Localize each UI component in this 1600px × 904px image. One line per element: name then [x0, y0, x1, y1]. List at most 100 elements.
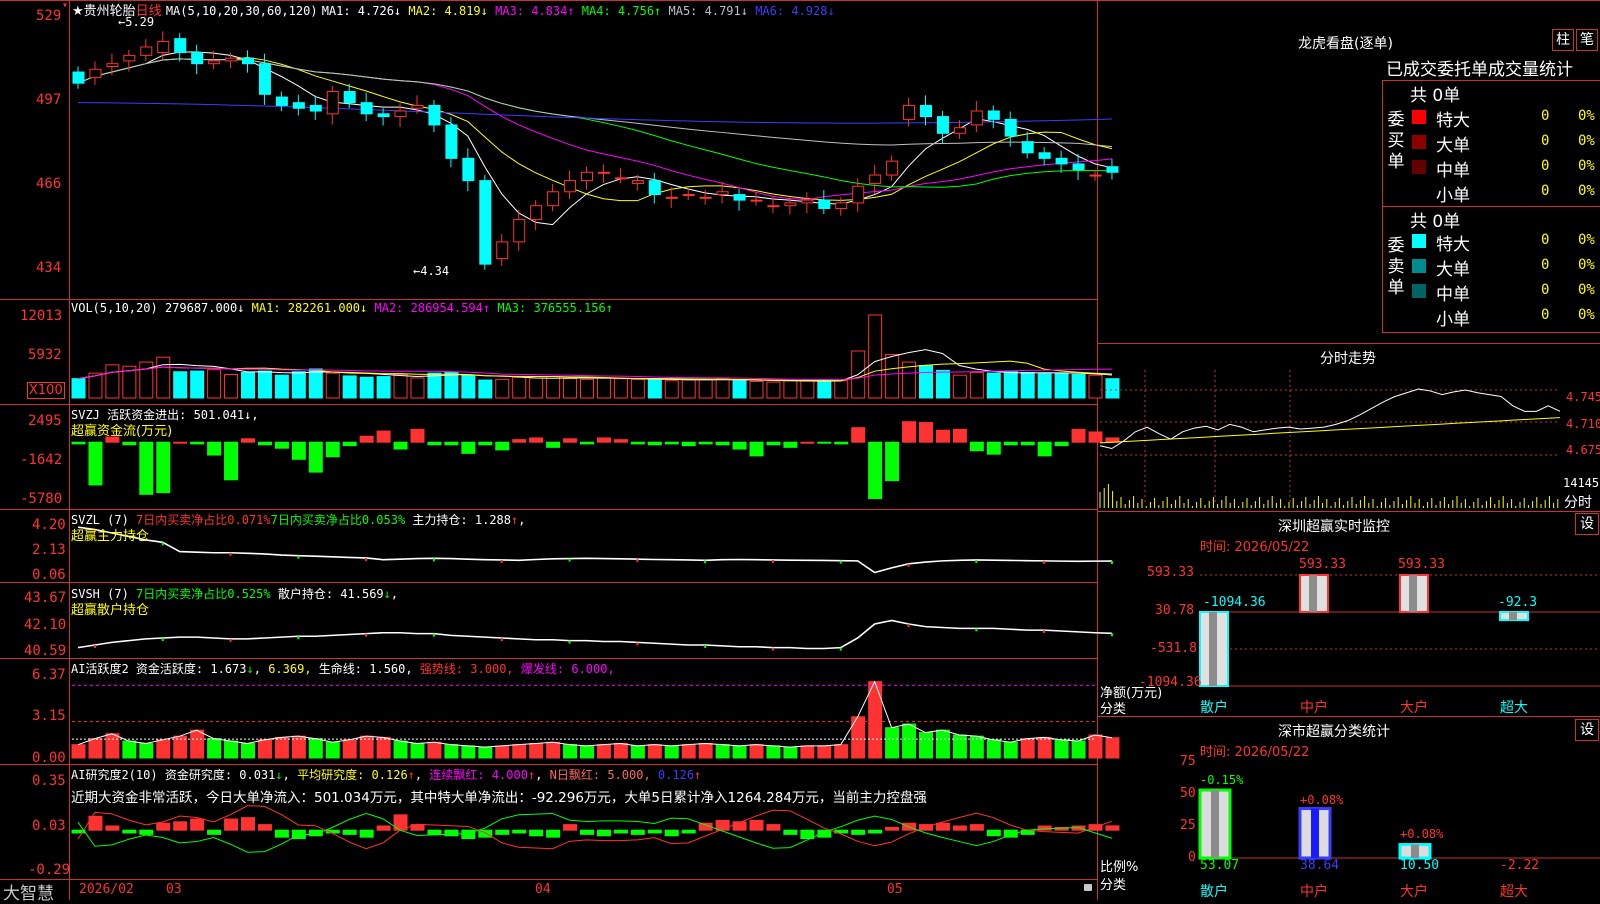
bar — [749, 819, 764, 831]
bar — [868, 829, 883, 834]
bar — [563, 744, 578, 759]
vol-unit-button[interactable]: X100 — [27, 382, 65, 399]
bar — [478, 746, 493, 759]
bar — [512, 439, 527, 443]
candle-body — [699, 196, 712, 199]
bar — [359, 735, 374, 759]
bar — [1054, 441, 1069, 447]
bar — [224, 818, 239, 831]
candlestick-chart[interactable] — [72, 31, 1119, 270]
vol-ma2: MA2: 286954.594 — [374, 301, 483, 315]
bar — [529, 437, 544, 443]
price-tick: 434 — [36, 260, 62, 276]
lh-title: 龙虎看盘(逐单) — [1298, 36, 1393, 52]
bar — [308, 738, 323, 759]
intraday-vol-tick: 14145 — [1563, 476, 1600, 490]
ss-bar-shade — [1411, 844, 1419, 858]
bar — [715, 378, 730, 399]
bar — [817, 441, 832, 444]
bar — [156, 739, 171, 759]
date-label: 03 — [166, 882, 182, 897]
bar — [715, 744, 730, 759]
candle-body — [1021, 141, 1034, 154]
bar — [461, 441, 476, 454]
svsh-t2: 散户持仓: 41.569 — [277, 587, 384, 601]
bar — [529, 742, 544, 759]
chart-canvas[interactable] — [0, 0, 1600, 900]
bar — [1071, 374, 1086, 399]
candle-body — [1072, 163, 1085, 170]
date-label: 04 — [535, 882, 551, 897]
bar — [529, 377, 544, 399]
ai2-arrow2: ↑ — [407, 768, 415, 782]
bar — [919, 732, 933, 759]
bar — [630, 441, 645, 445]
ma-line — [77, 102, 1112, 124]
bar — [885, 441, 900, 482]
bar — [749, 441, 764, 457]
bar — [444, 829, 459, 837]
sz-stats-settings-button[interactable]: 设 — [1575, 719, 1599, 741]
tick-mode-button[interactable]: 笔 — [1576, 29, 1598, 51]
bar — [902, 421, 917, 443]
candle-body — [665, 196, 678, 199]
candle-body — [1004, 118, 1017, 137]
bar — [1088, 431, 1103, 443]
bar — [1088, 374, 1103, 399]
bar — [1037, 441, 1052, 457]
bar — [478, 379, 493, 399]
bar — [376, 430, 391, 443]
bar — [630, 378, 645, 399]
candle-body — [936, 116, 949, 134]
candle-body — [411, 104, 424, 109]
ai2-t3: 连续飘红: 4.000 — [429, 768, 528, 782]
sz-monitor-settings-button[interactable]: 设 — [1575, 513, 1599, 535]
ss-bar-shade — [1311, 808, 1319, 858]
brand-logo[interactable]: 大智慧 — [3, 879, 54, 904]
ma-value-2: MA2: 4.819↓ — [401, 4, 488, 18]
ss-bar-shade — [1211, 790, 1219, 858]
vol-arrow: ↓ — [237, 301, 245, 315]
candle-body — [242, 57, 254, 65]
lock-icon[interactable] — [1084, 884, 1092, 891]
bar-mode-button[interactable]: 柱 — [1552, 29, 1574, 51]
bar — [376, 825, 391, 831]
order-percent: 0% — [1578, 232, 1595, 248]
candle-body — [275, 96, 288, 106]
order-count: 0 — [1541, 158, 1550, 174]
candle-body — [191, 52, 204, 65]
candle-body — [564, 180, 577, 193]
bar — [359, 829, 374, 838]
bar — [257, 441, 272, 446]
vol-value: 279687.000 — [164, 301, 238, 315]
bar — [495, 378, 510, 399]
intraday-unit: 分时 — [1564, 495, 1592, 511]
favorite-star-icon[interactable]: ★ — [72, 4, 84, 19]
bar — [376, 736, 391, 759]
bar — [868, 681, 883, 759]
ss-cat-label: 超大 — [1500, 884, 1528, 900]
ss-cat-label: 散户 — [1200, 884, 1228, 900]
bar — [868, 441, 883, 500]
bar — [190, 818, 205, 831]
sell-orders-label: 委卖单 — [1387, 236, 1405, 298]
bar — [563, 378, 578, 399]
candle-body — [513, 219, 526, 243]
menu-marker[interactable]: ▾ — [62, 0, 68, 11]
candle-body — [682, 194, 695, 197]
bar — [647, 441, 662, 446]
bar — [291, 735, 306, 759]
ss-cat-label: 大户 — [1400, 884, 1428, 900]
bar — [308, 368, 323, 399]
bar — [105, 364, 120, 399]
bar — [207, 829, 222, 835]
fund-flow-chart — [71, 421, 1120, 500]
candle-body — [852, 185, 865, 204]
sz-tick: 30.78 — [1155, 603, 1195, 618]
bar — [596, 437, 611, 443]
ai2-arrow5: ↑ — [694, 768, 702, 782]
bar — [393, 374, 408, 399]
ai1-t2: 6.369 — [268, 662, 305, 676]
vol-ma3: MA3: 376555.156 — [497, 301, 606, 315]
ss-bar-label: -0.15% — [1200, 773, 1244, 787]
